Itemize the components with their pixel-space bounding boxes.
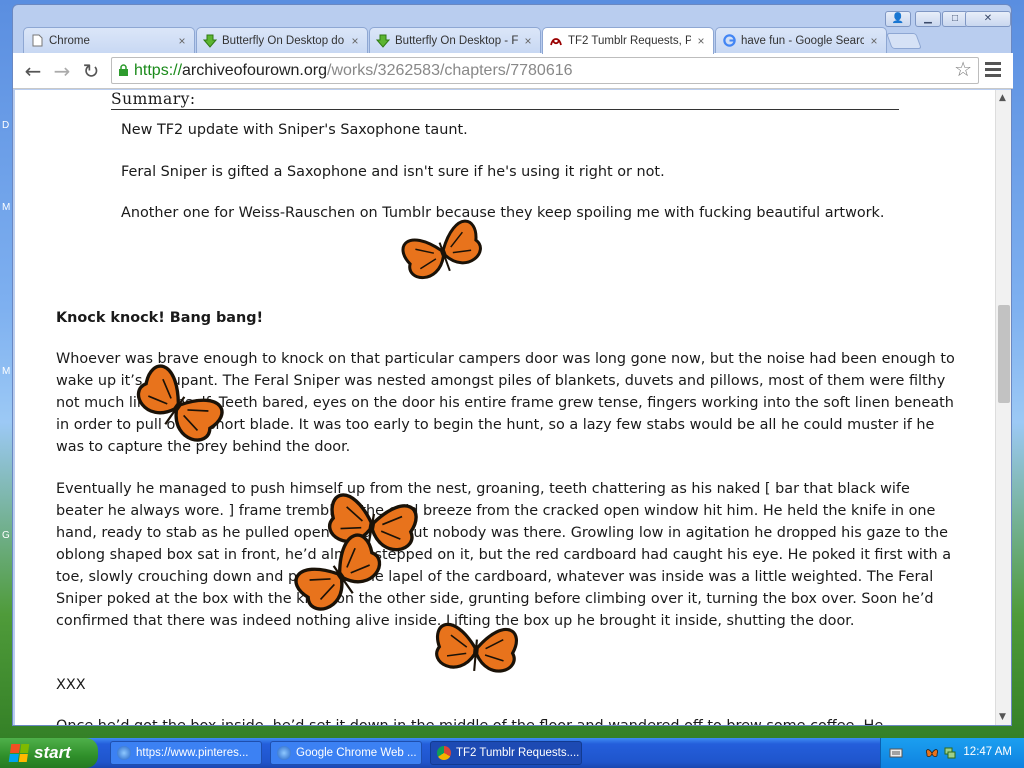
url-scheme: https:// xyxy=(134,62,183,79)
chapter-title: Knock knock! Bang bang! xyxy=(56,310,264,326)
start-button[interactable]: start xyxy=(0,738,98,768)
desktop-icon-label: G xyxy=(2,530,10,541)
address-bar[interactable]: https://archiveofourown.org/works/326258… xyxy=(111,57,979,84)
google-icon xyxy=(722,34,736,48)
menu-icon[interactable] xyxy=(985,62,1001,78)
tab-butterfly-download-2[interactable]: Butterfly On Desktop - F × xyxy=(369,27,541,53)
close-icon[interactable]: × xyxy=(695,34,707,48)
scroll-up-arrow[interactable]: ▲ xyxy=(999,93,1006,103)
page-scrollbar[interactable]: ▲ ▼ xyxy=(995,90,1011,725)
desktop-icon-label: M xyxy=(2,202,11,213)
network-icon[interactable] xyxy=(943,746,957,760)
taskbar-item-chrome-web[interactable]: Google Chrome Web ... xyxy=(270,741,422,765)
windows-logo-icon xyxy=(8,744,30,762)
butterfly-tray-icon[interactable] xyxy=(925,746,939,760)
taskbar-item-label: https://www.pinteres... xyxy=(136,747,249,759)
story-paragraph: Eventually he managed to push himself up… xyxy=(56,481,952,629)
scroll-down-arrow[interactable]: ▼ xyxy=(999,712,1006,722)
desktop-icon-label: M xyxy=(2,366,11,377)
summary-paragraph: Feral Sniper is gifted a Saxophone and i… xyxy=(121,164,665,180)
tab-butterfly-download-1[interactable]: Butterfly On Desktop do × xyxy=(196,27,368,53)
chrome-icon xyxy=(437,746,451,760)
butterfly-icon[interactable] xyxy=(425,604,528,696)
download-icon xyxy=(203,34,217,48)
ie-icon xyxy=(277,746,291,760)
close-icon[interactable]: × xyxy=(868,34,880,48)
story-paragraph: Once he’d got the box inside, he’d set i… xyxy=(56,715,956,725)
tab-chrome[interactable]: Chrome × xyxy=(23,27,195,53)
tab-google-search[interactable]: have fun - Google Searc × xyxy=(715,27,887,53)
browser-toolbar: ← → ↻ https://archiveofourown.org/works/… xyxy=(13,53,1013,89)
desktop-icon-label: D xyxy=(2,120,10,131)
download-icon xyxy=(376,34,390,48)
tab-title: Chrome xyxy=(49,34,90,47)
reload-button[interactable]: ↻ xyxy=(79,59,103,83)
clock[interactable]: 12:47 AM xyxy=(963,746,1012,758)
close-icon[interactable]: × xyxy=(176,34,188,48)
tab-title: Butterfly On Desktop - F xyxy=(395,34,518,47)
tab-strip: Chrome × Butterfly On Desktop do × Butte… xyxy=(13,5,1013,54)
summary-paragraph: Another one for Weiss-Rauschen on Tumblr… xyxy=(121,205,885,221)
system-tray: 12:47 AM xyxy=(880,738,1024,768)
new-tab-button[interactable] xyxy=(886,33,922,49)
close-icon[interactable]: × xyxy=(349,34,361,48)
ie-icon xyxy=(117,746,131,760)
tab-title: have fun - Google Searc xyxy=(741,34,864,47)
keyboard-icon[interactable] xyxy=(889,746,903,760)
taskbar-item-label: TF2 Tumblr Requests.... xyxy=(456,747,580,759)
tab-tf2-requests[interactable]: TF2 Tumblr Requests, P × xyxy=(542,27,714,54)
taskbar-item-tf2-requests[interactable]: TF2 Tumblr Requests.... xyxy=(430,741,582,765)
back-button[interactable]: ← xyxy=(21,59,45,83)
start-label: start xyxy=(34,743,71,762)
close-icon[interactable]: × xyxy=(522,34,534,48)
bookmark-star-icon[interactable]: ☆ xyxy=(954,58,972,83)
minimize-button[interactable]: ▁ xyxy=(915,11,941,27)
summary-paragraph: New TF2 update with Sniper's Saxophone t… xyxy=(121,122,468,138)
url-host: archiveofourown.org xyxy=(182,62,327,79)
tab-title: TF2 Tumblr Requests, P xyxy=(568,35,691,47)
taskbar-item-label: Google Chrome Web ... xyxy=(296,747,417,759)
ao3-icon xyxy=(549,34,563,48)
lock-icon xyxy=(119,64,128,76)
scroll-thumb[interactable] xyxy=(998,305,1010,403)
summary-heading: Summary: xyxy=(111,90,899,110)
url-path: /works/3262583/chapters/7780616 xyxy=(327,62,573,79)
forward-button[interactable]: → xyxy=(50,59,74,83)
tab-title: Butterfly On Desktop do xyxy=(222,34,345,47)
taskbar-item-pinterest[interactable]: https://www.pinteres... xyxy=(110,741,262,765)
close-window-button[interactable]: ✕ xyxy=(965,11,1011,27)
user-button[interactable]: 👤 xyxy=(885,11,911,27)
page-icon xyxy=(30,34,44,48)
taskbar: start https://www.pinteres... Google Chr… xyxy=(0,738,1024,768)
